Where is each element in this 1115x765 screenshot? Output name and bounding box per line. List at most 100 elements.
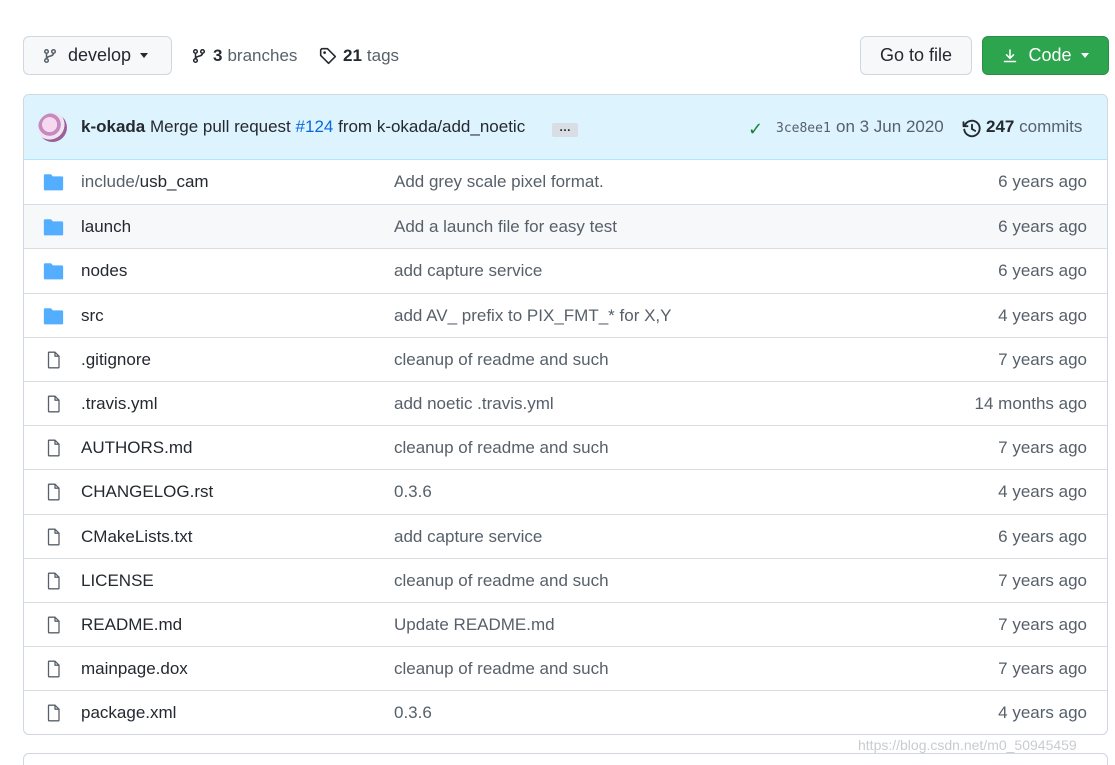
- commit-sha[interactable]: 3ce8ee1: [776, 121, 831, 136]
- commit-author[interactable]: k-okada: [81, 117, 145, 136]
- file-name-link[interactable]: launch: [81, 217, 131, 237]
- file-icon: [43, 351, 64, 369]
- file-row[interactable]: include/usb_cam Add grey scale pixel form…: [24, 160, 1107, 204]
- file-name-link[interactable]: mainpage.dox: [81, 659, 188, 679]
- file-row[interactable]: mainpage.dox cleanup of readme and such 7 …: [24, 646, 1107, 690]
- file-name-link[interactable]: CMakeLists.txt: [81, 527, 192, 547]
- file-commit-age: 4 years ago: [998, 305, 1087, 325]
- file-commit-message[interactable]: cleanup of readme and such: [394, 659, 609, 679]
- file-commit-age: 6 years ago: [998, 261, 1087, 281]
- file-name-link[interactable]: .gitignore: [81, 350, 151, 370]
- file-row[interactable]: package.xml 0.3.6 4 years ago: [24, 690, 1107, 734]
- commit-message-suffix[interactable]: from k-okada/add_noetic: [338, 117, 525, 136]
- chevron-down-icon: [140, 53, 149, 58]
- tag-icon: [319, 47, 337, 64]
- file-commit-message[interactable]: add noetic .travis.yml: [394, 394, 554, 414]
- file-commit-age: 7 years ago: [998, 614, 1087, 634]
- file-name: usb_cam: [139, 172, 209, 191]
- file-name: LICENSE: [81, 570, 154, 590]
- file-icon: [43, 704, 64, 722]
- file-commit-age: 7 years ago: [998, 659, 1087, 679]
- file-name: AUTHORS.md: [81, 438, 193, 458]
- check-icon: ✓: [748, 119, 764, 139]
- file-commit-message[interactable]: cleanup of readme and such: [394, 350, 609, 370]
- file-row[interactable]: CMakeLists.txt add capture service 6 years…: [24, 513, 1107, 558]
- file-icon: [43, 528, 64, 546]
- file-row[interactable]: .gitignore cleanup of readme and such 7 ye…: [24, 336, 1107, 381]
- file-row[interactable]: README.md Update README.md 7 years ago: [24, 601, 1107, 646]
- file-commit-age: 4 years ago: [998, 482, 1087, 502]
- file-name: CHANGELOG.rst: [81, 482, 214, 502]
- file-row[interactable]: src add AV_ prefix to PIX_FMT_* for X,Y 4 …: [24, 292, 1107, 337]
- watermark: https://blog.csdn.net/m0_50945459: [858, 737, 1077, 753]
- code-button-label: Code: [1028, 45, 1072, 65]
- file-name-link[interactable]: AUTHORS.md: [81, 438, 192, 458]
- file-commit-message[interactable]: 0.3.6: [394, 482, 432, 502]
- file-row[interactable]: AUTHORS.md cleanup of readme and such 7 ye…: [24, 425, 1107, 469]
- avatar[interactable]: [38, 113, 67, 142]
- file-browser: k-okada Merge pull request #124 from k-o…: [23, 94, 1108, 735]
- file-name-link[interactable]: include/usb_cam: [81, 172, 209, 192]
- file-name-link[interactable]: README.md: [81, 615, 182, 635]
- file-name: .travis.yml: [81, 393, 158, 413]
- commit-message: k-okada Merge pull request #124 from k-o…: [81, 117, 525, 137]
- file-commit-message[interactable]: Add a launch file for easy test: [394, 217, 617, 237]
- file-commit-message[interactable]: cleanup of readme and such: [394, 438, 609, 458]
- file-name: launch: [81, 217, 132, 237]
- file-name: nodes: [81, 261, 128, 281]
- file-commit-age: 7 years ago: [998, 570, 1087, 590]
- file-commit-message[interactable]: add capture service: [394, 527, 542, 547]
- file-commit-age: 6 years ago: [998, 526, 1087, 546]
- file-name-link[interactable]: package.xml: [81, 703, 176, 723]
- file-name: src: [81, 305, 104, 325]
- file-name-link[interactable]: CHANGELOG.rst: [81, 482, 213, 502]
- file-list: include/usb_cam Add grey scale pixel form…: [24, 160, 1107, 734]
- expand-commit-button[interactable]: …: [552, 121, 578, 137]
- file-commit-message[interactable]: add capture service: [394, 261, 542, 281]
- file-name-link[interactable]: .travis.yml: [81, 394, 158, 414]
- file-name-link[interactable]: src: [81, 306, 104, 326]
- file-commit-message[interactable]: cleanup of readme and such: [394, 571, 609, 591]
- pull-request-link[interactable]: #124: [296, 117, 334, 136]
- file-commit-message[interactable]: add AV_ prefix to PIX_FMT_* for X,Y: [394, 306, 671, 326]
- branch-select-button[interactable]: develop: [23, 36, 172, 75]
- commit-message-prefix[interactable]: Merge pull request: [150, 117, 291, 136]
- commits-label: commits: [1019, 117, 1083, 136]
- file-row[interactable]: .travis.yml add noetic .travis.yml 14 mont…: [24, 380, 1107, 425]
- folder-icon: [43, 307, 64, 325]
- folder-icon: [43, 218, 64, 236]
- go-to-file-button[interactable]: Go to file: [860, 36, 972, 75]
- tags-link[interactable]: 21 tags: [319, 36, 399, 75]
- file-icon: [43, 483, 64, 501]
- branches-label: branches: [227, 45, 298, 65]
- file-name: mainpage.dox: [81, 659, 188, 679]
- file-commit-message[interactable]: Update README.md: [394, 615, 555, 635]
- git-branch-icon: [192, 48, 206, 63]
- tags-label: tags: [366, 45, 400, 65]
- file-name-link[interactable]: nodes: [81, 261, 127, 281]
- file-row[interactable]: nodes add capture service 6 years ago: [24, 248, 1107, 292]
- file-icon: [43, 439, 64, 457]
- file-name: README.md: [81, 614, 183, 634]
- file-commit-age: 4 years ago: [998, 703, 1087, 723]
- file-commit-message[interactable]: 0.3.6: [394, 703, 432, 723]
- file-row[interactable]: launch Add a launch file for easy test 6 y…: [24, 204, 1107, 249]
- branches-link[interactable]: 3 branches: [191, 36, 297, 75]
- repo-toolbar: develop 3 branches 21 tags Go to file Co…: [23, 36, 1109, 75]
- commits-link[interactable]: 247 commits: [986, 117, 1082, 137]
- code-button[interactable]: Code: [982, 36, 1109, 75]
- branch-name: develop: [68, 45, 132, 65]
- file-row[interactable]: CHANGELOG.rst 0.3.6 4 years ago: [24, 469, 1107, 513]
- file-name-link[interactable]: LICENSE: [81, 571, 154, 591]
- file-path-prefix: include/: [81, 172, 140, 191]
- file-commit-age: 6 years ago: [998, 217, 1087, 237]
- commit-date[interactable]: on 3 Jun 2020: [836, 117, 944, 137]
- file-commit-age: 7 years ago: [998, 349, 1087, 369]
- file-icon: [43, 660, 64, 678]
- download-icon: [1004, 48, 1017, 62]
- folder-icon: [43, 262, 64, 280]
- latest-commit-bar: k-okada Merge pull request #124 from k-o…: [24, 95, 1107, 160]
- file-commit-message[interactable]: Add grey scale pixel format.: [394, 172, 604, 192]
- readme-box: [23, 753, 1108, 765]
- file-row[interactable]: LICENSE cleanup of readme and such 7 years…: [24, 557, 1107, 602]
